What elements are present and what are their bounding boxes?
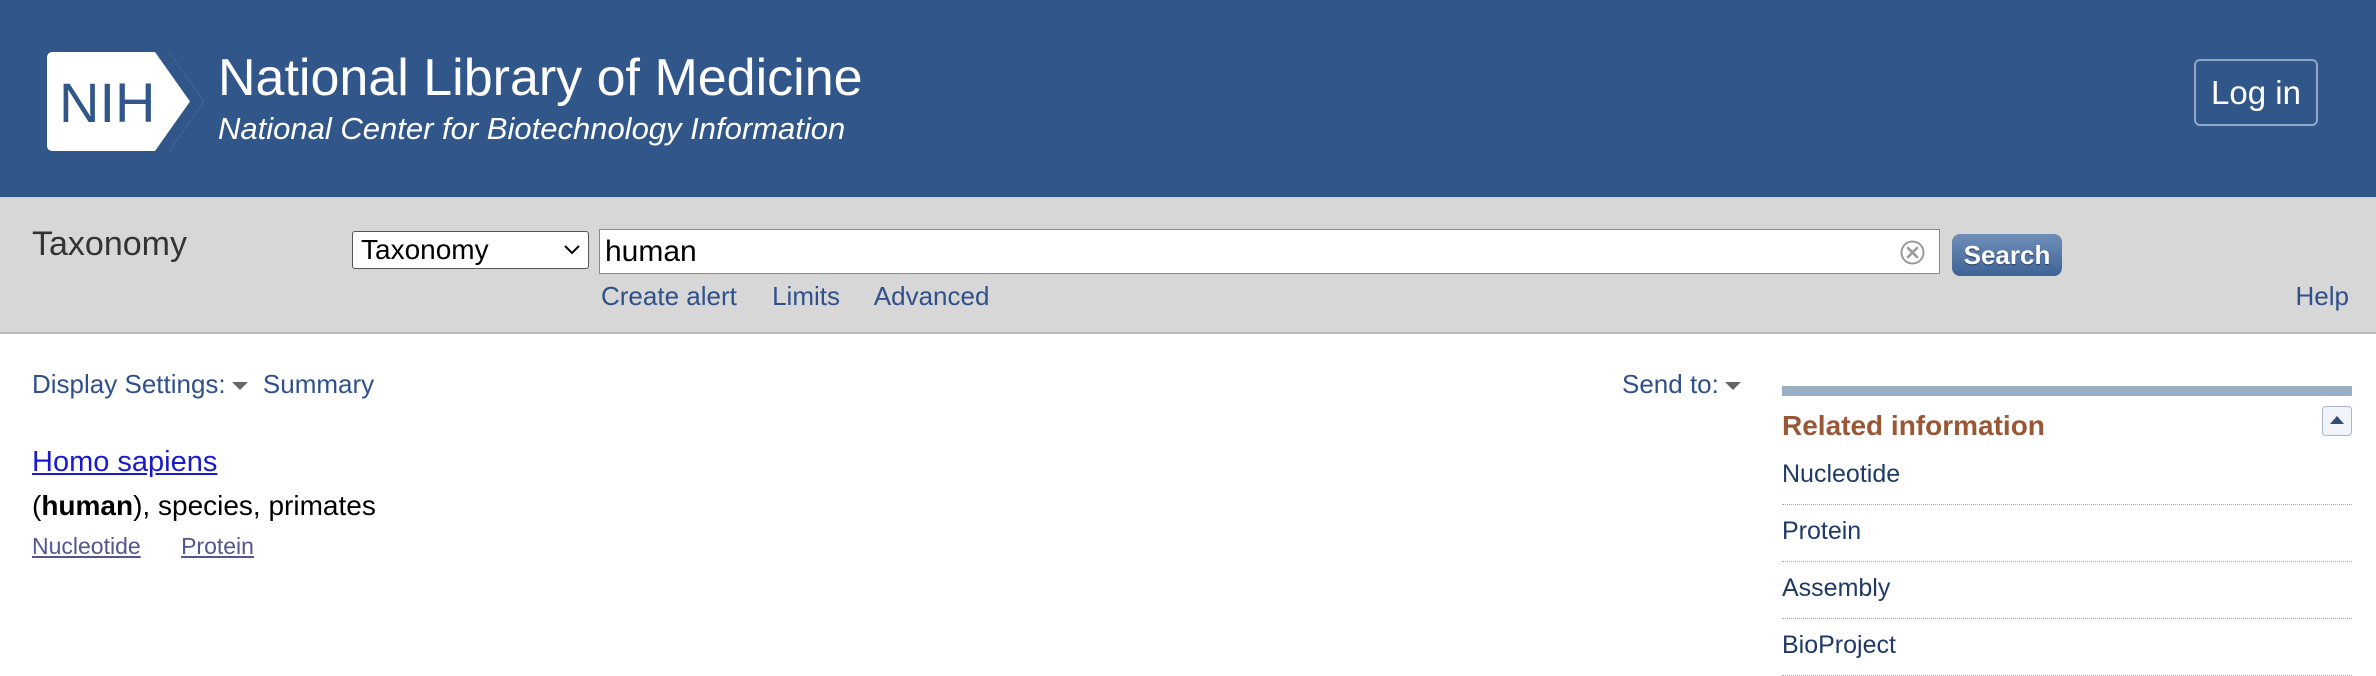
search-bar: Taxonomy Taxonomy human Search Create al…	[0, 197, 2376, 334]
related-item-protein[interactable]: Protein	[1782, 505, 2352, 562]
related-heading-text: Related information	[1782, 410, 2045, 441]
limits-link[interactable]: Limits	[772, 281, 840, 311]
display-format: Summary	[262, 369, 375, 399]
chevron-down-icon	[564, 245, 580, 255]
header-banner: NIH National Library of Medicine Nationa…	[0, 0, 2376, 197]
display-settings-label[interactable]: Display Settings:	[32, 369, 226, 399]
result-link-nucleotide[interactable]: Nucleotide	[32, 533, 141, 559]
display-settings: Display Settings: Summary	[32, 369, 374, 400]
send-to[interactable]: Send to:	[1622, 369, 1749, 400]
search-sublinks: Create alert Limits Advanced	[601, 281, 1017, 312]
help-link[interactable]: Help	[2296, 281, 2349, 312]
database-title: Taxonomy	[32, 225, 187, 263]
org-title: National Library of Medicine	[218, 49, 863, 107]
search-input[interactable]: human	[599, 229, 1940, 274]
login-button[interactable]: Log in	[2194, 59, 2318, 126]
related-panel-bar	[1782, 386, 2352, 396]
nih-logo-text: NIH	[59, 71, 155, 134]
create-alert-link[interactable]: Create alert	[601, 281, 737, 311]
related-information-panel: Related information Nucleotide Protein A…	[1782, 386, 2352, 676]
org-subtitle: National Center for Biotechnology Inform…	[218, 111, 846, 146]
related-item-nucleotide[interactable]: Nucleotide	[1782, 448, 2352, 505]
search-button[interactable]: Search	[1952, 234, 2062, 276]
clear-icon[interactable]	[1899, 239, 1926, 266]
chevron-up-icon	[2330, 416, 2344, 424]
related-heading: Related information	[1782, 406, 2352, 448]
collapse-button[interactable]	[2322, 406, 2352, 436]
result-links: Nucleotide Protein	[32, 533, 288, 560]
result-common-name: human	[41, 490, 134, 521]
search-input-value: human	[605, 235, 697, 268]
related-item-bioproject[interactable]: BioProject	[1782, 619, 2352, 676]
result-description: (human), species, primates	[32, 490, 376, 521]
database-select-value: Taxonomy	[361, 234, 489, 265]
advanced-link[interactable]: Advanced	[874, 281, 990, 311]
caret-down-icon[interactable]	[231, 382, 248, 391]
send-to-label[interactable]: Send to:	[1622, 369, 1719, 399]
nih-logo[interactable]: NIH	[47, 52, 204, 151]
database-select[interactable]: Taxonomy	[352, 231, 589, 269]
result-link-protein[interactable]: Protein	[181, 533, 254, 559]
result-description-rest: ), species, primates	[133, 490, 376, 521]
result-title-link[interactable]: Homo sapiens	[32, 446, 217, 479]
related-item-assembly[interactable]: Assembly	[1782, 562, 2352, 619]
caret-down-icon[interactable]	[1724, 382, 1741, 391]
